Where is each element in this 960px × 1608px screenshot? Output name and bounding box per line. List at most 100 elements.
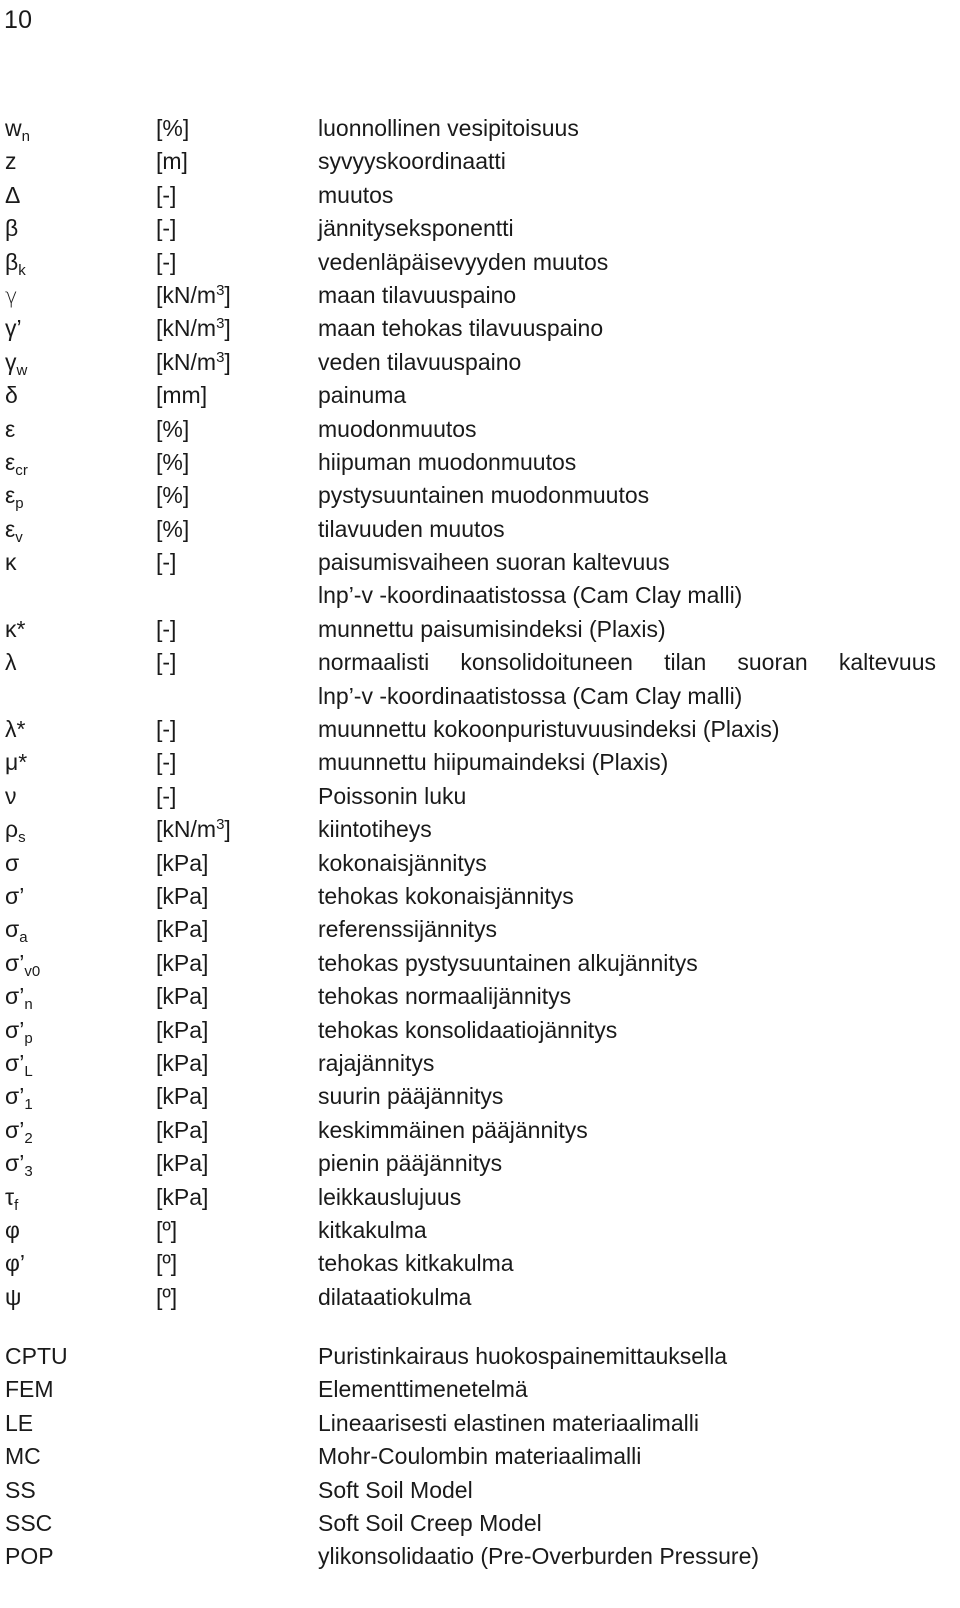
abbreviation-label: FEM (5, 1376, 54, 1403)
symbol-description: keskimmäinen pääjännitys (318, 1116, 588, 1143)
symbol-glyph: σ’ (5, 882, 25, 909)
abbreviation-label: SS (5, 1476, 36, 1503)
symbol-description: dilataatiokulma (318, 1283, 472, 1310)
symbol-row: τf [kPa] leikkauslujuus (0, 1181, 960, 1214)
symbol-description: muunnettu kokoonpuristuvuusindeksi (Plax… (318, 716, 780, 743)
symbol-row: λ* [-] muunnettu kokoonpuristuvuusindeksi … (0, 713, 960, 746)
symbol-unit: [-] (156, 549, 177, 576)
symbol-row: μ* [-] muunnettu hiipumaindeksi (Plaxis) (0, 746, 960, 779)
symbol-glyph: σ’n (5, 983, 33, 1014)
symbol-row: γ’ [kN/m3] maan tehokas tilavuuspaino (0, 312, 960, 345)
symbol-subscript: f (14, 1196, 19, 1214)
symbol-description: rajajännitys (318, 1049, 435, 1076)
abbreviation-description: Lineaarisesti elastinen materiaalimalli (318, 1409, 699, 1436)
symbol-unit: [-] (156, 181, 177, 208)
symbol-subscript: k (18, 261, 26, 279)
symbol-unit: [kN/m3] (156, 816, 231, 843)
symbol-glyph: σ’2 (5, 1116, 33, 1147)
symbol-unit: [-] (156, 716, 177, 743)
symbol-description: lnp’-v -koordinaatistossa (Cam Clay mall… (318, 582, 743, 609)
symbol-glyph: σ (5, 849, 20, 876)
symbol-unit: [kN/m3] (156, 281, 231, 308)
symbol-row: βk [-] vedenläpäisevyyden muutos (0, 246, 960, 279)
symbol-glyph: βk (5, 248, 26, 279)
symbol-subscript: 3 (24, 1163, 33, 1181)
symbol-unit: [º] (156, 1250, 178, 1277)
symbol-glyph: εv (5, 515, 23, 546)
document-page: 10 wn [%] luonnollinen vesipitoisuus z [m] sy… (0, 0, 960, 1608)
symbol-row: εp [%] pystysuuntainen muodonmuutos (0, 479, 960, 512)
symbol-description: maan tehokas tilavuuspaino (318, 315, 604, 342)
abbreviation-row: POP ylikonsolidaatio (Pre-Overburden Pres… (0, 1540, 960, 1573)
abbreviation-row: CPTU Puristinkairaus huokospainemittaukse… (0, 1340, 960, 1373)
symbol-description: tehokas konsolidaatiojännitys (318, 1016, 618, 1043)
symbol-row: Δ [-] muutos (0, 179, 960, 212)
symbol-glyph: λ (5, 649, 17, 676)
symbol-glyph: ε (5, 415, 16, 442)
symbol-glyph: σ’v0 (5, 949, 41, 980)
symbol-description: tehokas kitkakulma (318, 1250, 514, 1277)
symbol-row: σ’1 [kPa] suurin pääjännitys (0, 1080, 960, 1113)
symbol-description: muodonmuutos (318, 415, 477, 442)
symbol-row: κ [-] paisumisvaiheen suoran kaltevuus (0, 546, 960, 579)
symbol-description: muunnettu hiipumaindeksi (Plaxis) (318, 749, 669, 776)
symbol-subscript: p (24, 1029, 33, 1047)
symbol-row: ν [-] Poissonin luku (0, 780, 960, 813)
symbol-subscript: v (15, 528, 23, 546)
symbol-unit: [kPa] (156, 1049, 209, 1076)
symbol-description: tilavuuden muutos (318, 515, 505, 542)
symbol-row: wn [%] luonnollinen vesipitoisuus (0, 112, 960, 145)
symbol-description: kitkakulma (318, 1216, 427, 1243)
symbol-row: εcr [%] hiipuman muodonmuutos (0, 446, 960, 479)
symbol-row: σ’3 [kPa] pienin pääjännitys (0, 1147, 960, 1180)
symbol-glyph: σ’1 (5, 1083, 33, 1114)
symbol-description: normaalisti konsolidoituneen tilan suora… (318, 649, 936, 676)
symbol-unit: [m] (156, 148, 188, 175)
symbol-unit: [kPa] (156, 949, 209, 976)
abbreviation-row: LE Lineaarisesti elastinen materiaalimall… (0, 1407, 960, 1440)
symbol-description: leikkauslujuus (318, 1183, 462, 1210)
symbol-row: σ’L [kPa] rajajännitys (0, 1047, 960, 1080)
symbol-row: σa [kPa] referenssijännitys (0, 913, 960, 946)
symbol-unit: [kPa] (156, 1150, 209, 1177)
symbol-unit: [-] (156, 649, 177, 676)
symbol-subscript: n (24, 996, 33, 1014)
symbol-unit: [kPa] (156, 983, 209, 1010)
symbol-description: jännityseksponentti (318, 215, 514, 242)
symbol-row: β [-] jännityseksponentti (0, 212, 960, 245)
symbol-unit: [%] (156, 515, 190, 542)
symbol-row: ρs [kN/m3] kiintotiheys (0, 813, 960, 846)
symbol-glyph: β (5, 215, 19, 242)
symbol-glyph: γ (5, 283, 18, 308)
symbol-description: referenssijännitys (318, 916, 497, 943)
page-number: 10 (4, 6, 33, 34)
symbol-description: paisumisvaiheen suoran kaltevuus (318, 549, 670, 576)
symbol-unit: [kN/m3] (156, 348, 231, 375)
symbol-row: κ* [-] munnettu paisumisindeksi (Plaxis) (0, 613, 960, 646)
symbol-glyph: κ (5, 549, 17, 576)
symbol-row: φ’ [º] tehokas kitkakulma (0, 1247, 960, 1280)
symbol-unit: [kPa] (156, 882, 209, 909)
symbol-subscript: v0 (24, 962, 41, 980)
symbol-description: muutos (318, 181, 394, 208)
symbol-glyph: σa (5, 916, 28, 947)
symbol-row: lnp’-v -koordinaatistossa (Cam Clay mall… (0, 579, 960, 612)
symbol-unit: [-] (156, 248, 177, 275)
abbreviation-row: SS Soft Soil Model (0, 1474, 960, 1507)
symbol-unit: [º] (156, 1283, 178, 1310)
abbreviation-description: Puristinkairaus huokospainemittauksella (318, 1343, 728, 1369)
symbol-glyph: z (5, 148, 17, 175)
symbol-glyph: εcr (5, 448, 28, 479)
symbol-glyph: ψ (5, 1283, 22, 1310)
symbol-unit: [mm] (156, 382, 208, 409)
abbreviation-description: Soft Soil Creep Model (318, 1509, 542, 1536)
symbol-glyph: φ (5, 1216, 20, 1243)
symbol-unit: [kPa] (156, 1183, 209, 1210)
abbreviation-label: LE (5, 1409, 34, 1436)
symbol-glyph: σ’3 (5, 1150, 33, 1181)
symbol-glyph: wn (5, 115, 31, 145)
symbol-row: ε [%] muodonmuutos (0, 413, 960, 446)
abbreviation-label: SSC (5, 1509, 53, 1536)
symbol-glyph: Δ (5, 181, 21, 208)
symbol-glyph: γ’ (5, 315, 22, 342)
